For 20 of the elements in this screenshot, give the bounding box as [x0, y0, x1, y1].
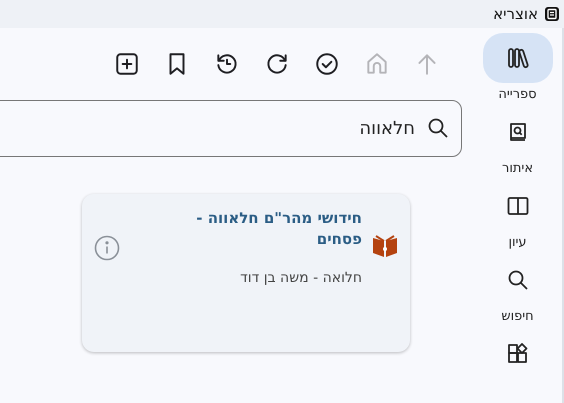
book-author: חלואה - משה בן דוד	[239, 270, 362, 286]
toolbar-icon	[114, 51, 140, 77]
open-book-icon	[372, 234, 398, 258]
toolbar-icon	[314, 51, 340, 77]
nav-label: ספרייה	[498, 87, 537, 102]
nav-button[interactable]	[482, 33, 552, 83]
app-logo-icon	[544, 6, 560, 22]
apps-icon	[506, 342, 530, 366]
nav-label: איתור	[502, 161, 534, 176]
book-card[interactable]: חידושי מהר"ם חלאווה - פסחים חלואה - משה בן דוד	[82, 194, 410, 352]
book-title: חידושי מהר"ם חלאווה - פסחים	[195, 208, 362, 250]
window-title: אוצריא	[493, 5, 538, 23]
search-field[interactable]: חלאווה	[0, 100, 462, 157]
books-icon	[506, 46, 530, 70]
search-icon	[506, 268, 530, 292]
open-book-icon	[506, 194, 530, 218]
info-icon[interactable]	[94, 235, 120, 261]
search-icon	[426, 116, 450, 140]
nav-label: חיפוש	[501, 309, 534, 324]
nav-label: עיון	[508, 235, 527, 250]
